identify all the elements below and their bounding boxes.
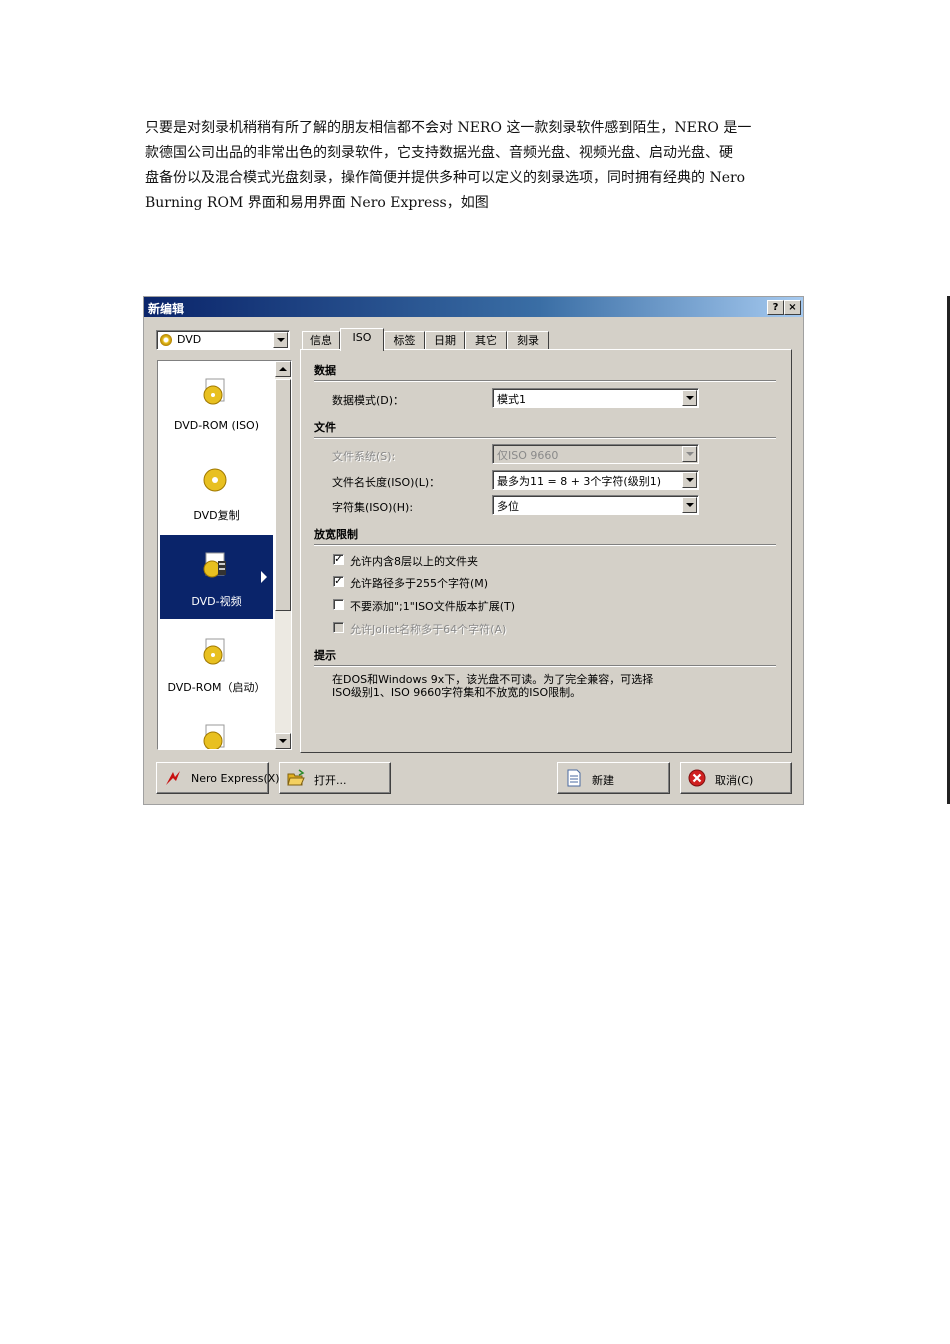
scroll-thumb[interactable] (275, 379, 291, 611)
data-mode-value: 模式1 (497, 393, 526, 406)
chevron-down-icon[interactable] (682, 390, 697, 406)
cancel-label: 取消(C) (715, 774, 754, 787)
nero-express-icon (166, 771, 180, 785)
chevron-down-icon[interactable] (682, 472, 697, 488)
data-mode-dropdown[interactable]: 模式1 (492, 388, 699, 408)
copy-disc-icon (203, 468, 227, 492)
chevron-down-icon[interactable] (682, 497, 697, 513)
list-item-label: DVD-ROM（启动） (167, 681, 266, 694)
file-system-label: 文件系统(S): (332, 450, 396, 463)
new-button[interactable]: 新建 (557, 762, 670, 794)
section-data-heading: 数据 (314, 364, 336, 377)
nero-express-button[interactable]: Nero Express(X) (156, 762, 280, 794)
filename-length-dropdown[interactable]: 最多为11 = 8 + 3个字符(级别1) (492, 470, 699, 490)
filename-length-value: 最多为11 = 8 + 3个字符(级别1) (497, 475, 661, 488)
section-hint-heading: 提示 (314, 649, 336, 662)
list-item-label: DVD-ROM (ISO) (174, 419, 259, 432)
video-disc-icon (203, 552, 226, 578)
list-item-dvd-rom-iso[interactable]: DVD-ROM (ISO) (160, 361, 273, 445)
tab-label[interactable]: 标签 (384, 331, 425, 349)
file-system-dropdown: 仅ISO 9660 (492, 444, 699, 464)
joliet-long-names-label: 允许Joliet名称多于64个字符(A) (350, 623, 507, 636)
boot-disc-icon (203, 638, 225, 665)
allow-deep-folders-checkbox[interactable]: ✓ (333, 554, 344, 565)
joliet-long-names-checkbox (333, 622, 344, 633)
list-item-label: DVD复制 (193, 509, 240, 522)
section-divider (314, 665, 776, 667)
intro-line-3: 盘备份以及混合模式光盘刻录，操作简便并提供多种可以定义的刻录选项，同时拥有经典的… (145, 170, 746, 186)
hint-line-1: 在DOS和Windows 9x下，该光盘不可读。为了完全兼容，可选择 (332, 673, 654, 686)
list-item-dvd-rom-boot[interactable]: DVD-ROM（启动） (160, 621, 273, 705)
disc-icon (203, 724, 225, 749)
new-label: 新建 (592, 774, 614, 787)
chevron-down-icon[interactable] (273, 332, 288, 348)
file-system-value: 仅ISO 9660 (497, 449, 559, 462)
folder-open-icon (287, 769, 305, 786)
tab-info[interactable]: 信息 (302, 331, 340, 349)
dialog-title: 新编辑 (148, 302, 185, 316)
charset-dropdown[interactable]: 多位 (492, 495, 699, 515)
intro-line-2: 款德国公司出品的非常出色的刻录软件，它支持数据光盘、音频光盘、视频光盘、启动光盘… (145, 145, 733, 161)
charset-label: 字符集(ISO)(H): (332, 501, 414, 514)
section-relax-heading: 放宽限制 (314, 528, 358, 541)
cancel-button[interactable]: 取消(C) (680, 762, 792, 794)
dvd-icon (160, 334, 172, 346)
no-version-ext-label[interactable]: 不要添加";1"ISO文件版本扩展(T) (350, 598, 515, 614)
list-item-label: DVD-视频 (191, 595, 242, 608)
disc-type-value: DVD (177, 333, 202, 346)
new-document-icon (567, 769, 581, 787)
scroll-up-button[interactable] (275, 361, 291, 377)
section-divider (314, 437, 776, 439)
allow-long-path-checkbox[interactable]: ✓ (333, 576, 344, 587)
list-scrollbar[interactable] (275, 361, 291, 749)
allow-deep-folders-label[interactable]: 允许内含8层以上的文件夹 (350, 553, 478, 569)
section-divider (314, 380, 776, 382)
data-disc-icon (203, 378, 225, 405)
intro-paragraph: 只要是对刻录机稍稍有所了解的朋友相信都不会对 NERO 这一款刻录软件感到陌生，… (145, 116, 807, 216)
section-file-heading: 文件 (314, 421, 336, 434)
intro-line-4: Burning ROM 界面和易用界面 Nero Express，如图 (145, 195, 489, 211)
dialog-titlebar[interactable]: 新编辑 ? × (144, 297, 803, 317)
tab-date[interactable]: 日期 (425, 331, 465, 349)
charset-value: 多位 (497, 500, 519, 513)
hint-text: 在DOS和Windows 9x下，该光盘不可读。为了完全兼容，可选择 ISO级别… (332, 673, 653, 699)
no-version-ext-checkbox[interactable] (333, 599, 344, 610)
compilation-type-list[interactable]: DVD-ROM (ISO) DVD复制 DVD-视频 DVD-ROM（启动） (157, 360, 292, 750)
list-item-dvd-video[interactable]: DVD-视频 (160, 535, 273, 619)
intro-line-1: 只要是对刻录机稍稍有所了解的朋友相信都不会对 NERO 这一款刻录软件感到陌生，… (145, 120, 752, 136)
disc-type-dropdown[interactable]: DVD (156, 330, 290, 350)
allow-long-path-label[interactable]: 允许路径多于255个字符(M) (350, 575, 488, 591)
open-label: 打开... (314, 774, 347, 787)
new-compilation-dialog: 新编辑 ? × DVD DVD-ROM (ISO) DVD复制 DVD-视频 D… (143, 296, 804, 805)
filename-length-label: 文件名长度(ISO)(L)： (332, 476, 441, 489)
close-button[interactable]: × (784, 300, 801, 315)
nero-express-label: Nero Express(X) (191, 772, 280, 785)
tab-iso[interactable]: ISO (340, 328, 384, 351)
cancel-icon (688, 769, 706, 787)
tab-misc[interactable]: 其它 (465, 331, 507, 349)
scroll-down-button[interactable] (275, 733, 291, 749)
help-button[interactable]: ? (767, 300, 784, 315)
chevron-down-icon (682, 446, 697, 462)
tab-burn[interactable]: 刻录 (507, 331, 549, 349)
list-item-dvd-copy[interactable]: DVD复制 (160, 449, 273, 533)
open-button[interactable]: 打开... (279, 762, 391, 794)
list-item-partial[interactable] (160, 707, 273, 749)
selection-arrow-icon (261, 571, 267, 583)
hint-line-2: ISO级别1、ISO 9660字符集和不放宽的ISO限制。 (332, 686, 582, 699)
section-divider (314, 544, 776, 546)
data-mode-label: 数据模式(D)： (332, 394, 405, 407)
